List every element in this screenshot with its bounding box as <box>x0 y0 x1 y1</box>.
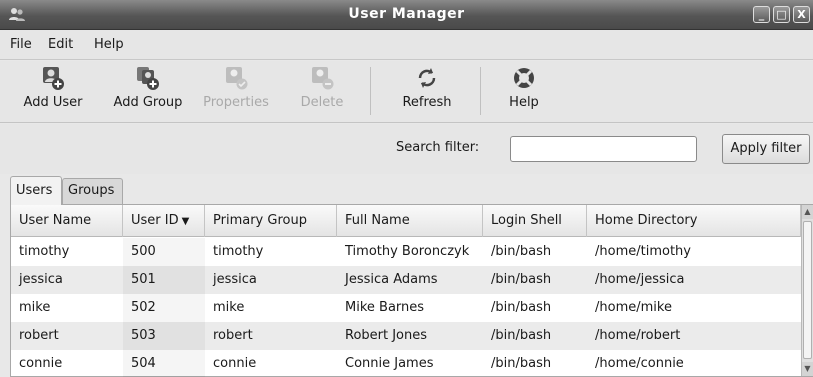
cell-home-directory: /home/jessica <box>595 272 685 287</box>
scroll-down-icon[interactable]: ▼ <box>802 362 813 376</box>
cell-home-directory: /home/connie <box>595 356 684 371</box>
cell-full-name: Timothy Boronczyk <box>345 244 470 259</box>
title-bar: User Manager _ □ X <box>0 0 813 30</box>
column-header-label: User ID <box>131 213 179 228</box>
menu-bar: File Edit Help <box>0 30 813 60</box>
column-header-label: Full Name <box>345 213 410 228</box>
maximize-button[interactable]: □ <box>773 6 790 23</box>
cell-user-name: jessica <box>19 272 63 287</box>
search-filter-label: Search filter: <box>396 140 480 155</box>
column-header-login-shell[interactable]: Login Shell <box>483 205 587 237</box>
tab-users[interactable]: Users <box>10 176 62 205</box>
cell-full-name: Connie James <box>345 356 434 371</box>
table-row[interactable]: robert 503 robert Robert Jones/bin/bash/hom… <box>11 322 801 350</box>
cell-user-id: 500 <box>123 238 205 266</box>
column-header-full-name[interactable]: Full Name <box>337 205 483 237</box>
cell-user-name: robert <box>19 328 59 343</box>
cell-full-name: Jessica Adams <box>345 272 438 287</box>
scrollbar-thumb[interactable] <box>803 221 812 359</box>
add-user-label: Add User <box>23 95 83 110</box>
close-icon: X <box>797 8 806 21</box>
cell-primary-group: jessica <box>213 272 257 287</box>
delete-button[interactable]: Delete <box>294 65 350 110</box>
scroll-up-icon[interactable]: ▲ <box>802 205 813 219</box>
table-row[interactable]: connie 504 connie Connie James/bin/bash/hom… <box>11 350 801 377</box>
add-group-button[interactable]: Add Group <box>106 65 190 110</box>
cell-home-directory: /home/mike <box>595 300 672 315</box>
properties-button[interactable]: Properties <box>196 65 276 110</box>
refresh-label: Refresh <box>402 95 452 110</box>
cell-login-shell: /bin/bash <box>491 272 552 287</box>
column-header-label: User Name <box>19 213 92 228</box>
apply-filter-button[interactable]: Apply filter <box>722 134 810 164</box>
filter-bar: Search filter: Apply filter <box>0 124 813 174</box>
vertical-scrollbar[interactable]: ▲ ▼ <box>801 205 813 376</box>
users-table: User Name User ID ▼ Primary Group Full Na… <box>10 204 813 377</box>
column-header-label: Home Directory <box>595 213 698 228</box>
add-group-icon <box>137 67 159 90</box>
cell-login-shell: /bin/bash <box>491 356 552 371</box>
cell-primary-group: robert <box>213 328 253 343</box>
add-user-button[interactable]: Add User <box>12 65 94 110</box>
cell-user-id: 504 <box>123 350 205 377</box>
table-header: User Name User ID ▼ Primary Group Full Na… <box>11 205 801 237</box>
properties-icon <box>226 67 248 90</box>
maximize-icon: □ <box>776 8 787 21</box>
cell-user-id: 501 <box>123 266 205 294</box>
table-row[interactable]: timothy 500 timothy Timothy Boronczyk/bin/b… <box>11 238 801 266</box>
refresh-button[interactable]: Refresh <box>392 65 462 110</box>
add-user-icon <box>43 67 64 90</box>
refresh-icon <box>418 68 436 88</box>
properties-label: Properties <box>203 95 269 110</box>
delete-label: Delete <box>300 95 344 110</box>
cell-login-shell: /bin/bash <box>491 300 552 315</box>
sort-descending-icon: ▼ <box>181 216 190 227</box>
add-group-label: Add Group <box>113 95 183 110</box>
cell-primary-group: timothy <box>213 244 264 259</box>
toolbar-separator <box>370 67 371 115</box>
help-lifebuoy-icon <box>514 68 534 88</box>
cell-home-directory: /home/timothy <box>595 244 691 259</box>
tab-groups[interactable]: Groups <box>62 178 123 204</box>
delete-icon <box>312 67 334 90</box>
close-button[interactable]: X <box>793 6 810 23</box>
menu-file[interactable]: File <box>10 37 32 52</box>
toolbar-separator <box>480 67 481 115</box>
cell-user-name: timothy <box>19 244 70 259</box>
menu-edit[interactable]: Edit <box>48 37 73 52</box>
cell-user-name: connie <box>19 356 63 371</box>
minimize-button[interactable]: _ <box>753 6 770 23</box>
cell-user-id: 502 <box>123 294 205 322</box>
cell-primary-group: mike <box>213 300 245 315</box>
cell-login-shell: /bin/bash <box>491 244 552 259</box>
toolbar: Add User Add Group Properties Delete Ref <box>0 61 813 123</box>
table-row[interactable]: mike 502 mike Mike Barnes/bin/bash/home/mik… <box>11 294 801 322</box>
column-header-user-id[interactable]: User ID ▼ <box>123 205 205 237</box>
column-header-label: Primary Group <box>213 213 307 228</box>
cell-login-shell: /bin/bash <box>491 328 552 343</box>
column-header-primary-group[interactable]: Primary Group <box>205 205 337 237</box>
menu-help[interactable]: Help <box>94 37 124 52</box>
cell-primary-group: connie <box>213 356 257 371</box>
search-filter-input[interactable] <box>510 136 697 162</box>
cell-user-name: mike <box>19 300 51 315</box>
help-label: Help <box>509 95 539 110</box>
table-row[interactable]: jessica 501 jessica Jessica Adams/bin/bash /… <box>11 266 801 294</box>
help-button[interactable]: Help <box>498 65 550 110</box>
cell-user-id: 503 <box>123 322 205 350</box>
minimize-icon: _ <box>758 8 765 21</box>
column-header-user-name[interactable]: User Name <box>11 205 123 237</box>
cell-full-name: Mike Barnes <box>345 300 425 315</box>
cell-full-name: Robert Jones <box>345 328 428 343</box>
column-header-home-directory[interactable]: Home Directory <box>587 205 801 237</box>
column-header-label: Login Shell <box>491 213 562 228</box>
window-title: User Manager <box>348 6 465 22</box>
cell-home-directory: /home/robert <box>595 328 681 343</box>
